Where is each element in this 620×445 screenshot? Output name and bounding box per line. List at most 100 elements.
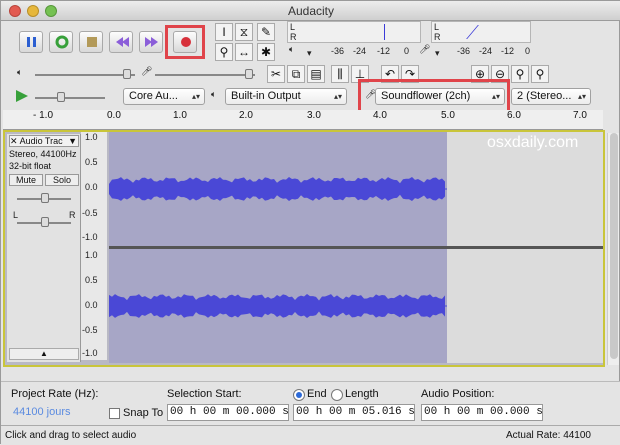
length-radio[interactable] bbox=[331, 389, 343, 401]
play-icon[interactable] bbox=[15, 89, 29, 106]
ruler-tick: 5.0 bbox=[441, 110, 455, 121]
track-format: Stereo, 44100Hz bbox=[9, 149, 77, 159]
ruler-tick: 6.0 bbox=[507, 110, 521, 121]
end-radio[interactable] bbox=[293, 389, 305, 401]
track-control-panel: ✕ Audio Trac ▼ Stereo, 44100Hz 32-bit fl… bbox=[7, 134, 81, 362]
ruler-tick: - 1.0 bbox=[33, 110, 54, 121]
playback-speed-knob[interactable] bbox=[57, 92, 65, 102]
loop-play-button[interactable] bbox=[49, 31, 73, 53]
skip-start-button[interactable] bbox=[109, 31, 133, 53]
ruler-tick: 1.0 bbox=[173, 110, 187, 121]
skip-end-button[interactable] bbox=[139, 31, 163, 53]
meter-tick: 0 bbox=[525, 46, 531, 56]
length-label: Length bbox=[345, 388, 379, 400]
window-title: Audacity bbox=[287, 4, 335, 18]
mic-volume-icon: 🎤︎ bbox=[141, 66, 153, 76]
meter-left-label: L bbox=[290, 22, 296, 32]
close-track-icon[interactable]: ✕ bbox=[10, 136, 18, 146]
selection-start-label: Selection Start: bbox=[167, 388, 242, 400]
meter-tick: -36 bbox=[331, 46, 345, 56]
stop-button[interactable] bbox=[79, 31, 103, 53]
ruler-tick: 7.0 bbox=[573, 110, 587, 121]
meter-tick: 0 bbox=[404, 46, 410, 56]
record-button-highlight bbox=[165, 25, 205, 59]
audio-track[interactable]: ✕ Audio Trac ▼ Stereo, 44100Hz 32-bit fl… bbox=[3, 130, 605, 367]
speaker-device-icon: 🔈︎ bbox=[211, 89, 217, 99]
record-meter[interactable]: L R bbox=[431, 21, 531, 43]
project-rate-field[interactable]: 44100 jours bbox=[13, 406, 71, 418]
trim-icon[interactable]: ⫼ bbox=[331, 65, 349, 83]
pause-icon bbox=[27, 37, 36, 47]
skip-start-icon bbox=[116, 37, 129, 47]
audacity-window: Audacity I ⧖ ✎ ⚲ ↔ ✱ L R L R 🔈︎ ▾ -36 -2… bbox=[0, 0, 620, 445]
collapse-track-button[interactable]: ▲ bbox=[9, 348, 79, 360]
ruler-tick: 0.0 bbox=[107, 110, 121, 121]
selection-start-field[interactable]: 00 h 00 m 00.000 s bbox=[167, 404, 289, 421]
ruler-tick: 3.0 bbox=[307, 110, 321, 121]
speaker-volume-icon: 🔈︎ bbox=[17, 67, 23, 77]
timeline-ruler[interactable]: - 1.0 0.0 1.0 2.0 3.0 4.0 5.0 6.0 7.0 bbox=[3, 110, 603, 130]
audio-position-field[interactable]: 00 h 00 m 00.000 s bbox=[421, 404, 543, 421]
fit-project-icon[interactable]: ⚲ bbox=[531, 65, 549, 83]
vertical-scrollbar[interactable] bbox=[607, 133, 619, 365]
snap-to-checkbox[interactable] bbox=[109, 408, 120, 419]
pan-knob[interactable] bbox=[41, 217, 49, 227]
microphone-icon: 🎤︎ bbox=[419, 44, 431, 54]
audio-position-label: Audio Position: bbox=[421, 388, 495, 400]
ruler-tick: 4.0 bbox=[373, 110, 387, 121]
gain-knob[interactable] bbox=[41, 193, 49, 203]
playback-meter[interactable]: L R bbox=[287, 21, 421, 43]
meter-right-label: R bbox=[290, 32, 297, 42]
stop-icon bbox=[87, 37, 97, 47]
end-label: End bbox=[307, 388, 327, 400]
input-device-select[interactable]: Soundflower (2ch) ▴▾ bbox=[375, 88, 505, 105]
output-volume-knob[interactable] bbox=[123, 69, 131, 79]
title-bar: Audacity bbox=[1, 1, 620, 21]
output-volume-slider[interactable] bbox=[35, 74, 135, 76]
selection-toolbar: Project Rate (Hz): 44100 jours Snap To S… bbox=[1, 381, 620, 425]
output-device-select[interactable]: Built-in Output ▴▾ bbox=[225, 88, 347, 105]
selection-end-field[interactable]: 00 h 00 m 05.016 s bbox=[293, 404, 415, 421]
input-volume-knob[interactable] bbox=[245, 69, 253, 79]
selection-tool[interactable]: I bbox=[215, 23, 233, 41]
waveform-right-channel[interactable] bbox=[109, 249, 447, 363]
pause-button[interactable] bbox=[19, 31, 43, 53]
meter-tick: -24 bbox=[353, 46, 367, 56]
audio-host-select[interactable]: Core Au... ▴▾ bbox=[123, 88, 205, 105]
fit-selection-icon[interactable]: ⚲ bbox=[511, 65, 529, 83]
input-volume-slider[interactable] bbox=[155, 74, 255, 76]
project-rate-label: Project Rate (Hz): bbox=[11, 388, 99, 400]
timeshift-tool[interactable]: ↔ bbox=[235, 43, 253, 61]
meter-tick: -24 bbox=[479, 46, 493, 56]
paste-icon[interactable]: ▤ bbox=[307, 65, 325, 83]
speaker-icon: 🔈︎ bbox=[289, 44, 295, 54]
draw-tool[interactable]: ✎ bbox=[257, 23, 275, 41]
status-bar: Click and drag to select audio Actual Ra… bbox=[1, 425, 620, 445]
meter-tick: -12 bbox=[377, 46, 391, 56]
loop-icon bbox=[55, 35, 69, 49]
track-name-menu[interactable]: ✕ Audio Trac ▼ bbox=[9, 135, 79, 147]
track-bit-depth: 32-bit float bbox=[9, 161, 52, 171]
status-hint: Click and drag to select audio bbox=[5, 430, 137, 441]
pan-left-label: L bbox=[13, 210, 19, 220]
envelope-tool[interactable]: ⧖ bbox=[235, 23, 253, 41]
playback-speed-slider[interactable] bbox=[35, 97, 105, 99]
amplitude-scale: 1.0 0.5 0.0 -0.5 -1.0 1.0 0.5 0.0 -0.5 -… bbox=[81, 132, 107, 360]
ruler-tick: 2.0 bbox=[239, 110, 253, 121]
meter-tick: -12 bbox=[501, 46, 515, 56]
chevron-down-icon: ▼ bbox=[68, 136, 77, 146]
waveform-left-channel[interactable] bbox=[109, 132, 447, 246]
solo-button[interactable]: Solo bbox=[45, 174, 79, 186]
copy-icon[interactable]: ⧉ bbox=[287, 65, 305, 83]
waveform-empty-region[interactable] bbox=[447, 249, 603, 363]
mute-button[interactable]: Mute bbox=[9, 174, 43, 186]
meter-tick: -36 bbox=[457, 46, 471, 56]
cut-icon[interactable]: ✂ bbox=[267, 65, 285, 83]
skip-end-icon bbox=[145, 37, 158, 47]
multi-tool[interactable]: ✱ bbox=[257, 43, 275, 61]
pan-right-label: R bbox=[69, 210, 76, 220]
snap-to-label: Snap To bbox=[123, 407, 164, 419]
zoom-tool[interactable]: ⚲ bbox=[215, 43, 233, 61]
watermark: osxdaily.com bbox=[487, 134, 579, 151]
input-channels-select[interactable]: 2 (Stereo... ▴▾ bbox=[511, 88, 591, 105]
